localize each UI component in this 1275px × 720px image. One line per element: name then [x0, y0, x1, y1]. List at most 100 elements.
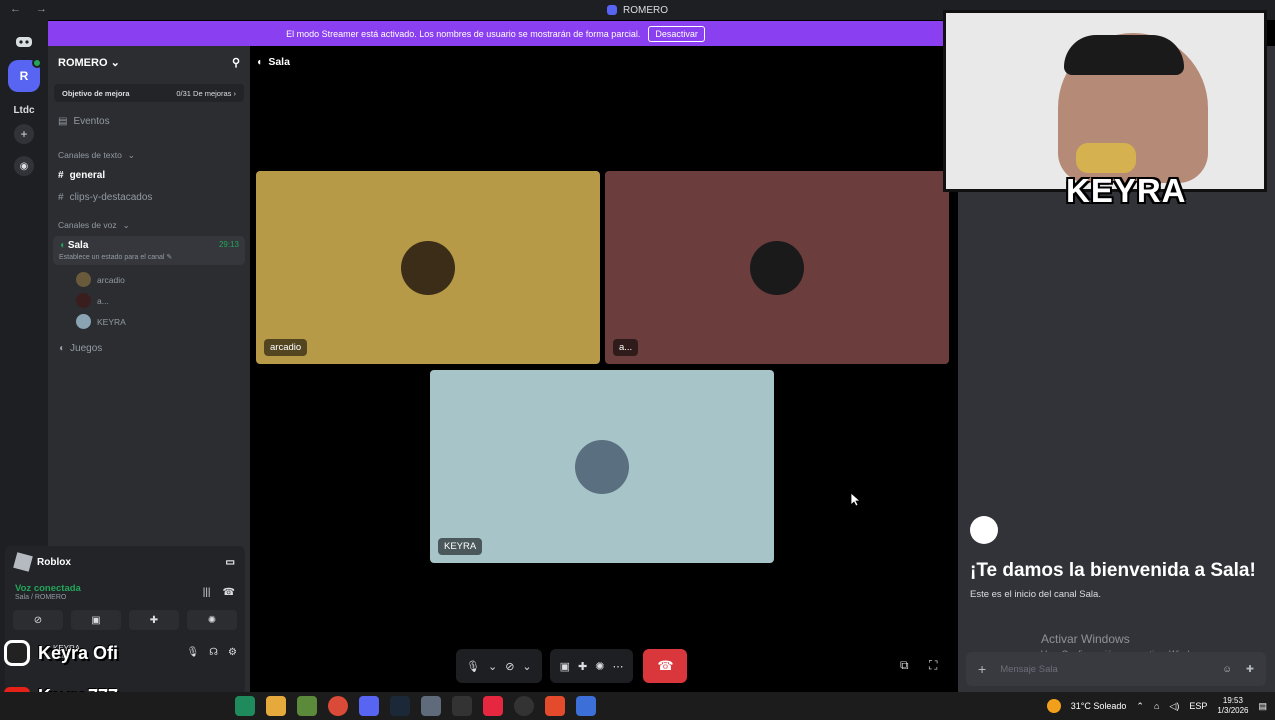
voice-location[interactable]: Sala / ROMERO — [15, 594, 81, 601]
disconnect-icon[interactable]: ☎ — [223, 587, 235, 598]
brave-icon[interactable] — [545, 696, 565, 716]
voice-channel-juegos[interactable]: ◖ Juegos — [48, 337, 250, 359]
chevron-down-icon[interactable]: ⌄ — [522, 660, 531, 673]
obs-icon[interactable] — [514, 696, 534, 716]
tile-label: a... — [613, 339, 639, 356]
noise-suppression-icon[interactable]: ||| — [203, 587, 211, 598]
emoji-icon[interactable]: ☺ — [1222, 664, 1232, 675]
notification-dot — [32, 58, 42, 68]
instagram-icon — [4, 640, 30, 666]
avatar — [750, 240, 804, 295]
boost-label: Objetivo de mejora — [62, 88, 130, 98]
video-tile-a[interactable]: a... — [605, 171, 949, 364]
pencil-icon[interactable]: ✎ — [166, 254, 172, 261]
settings-icon[interactable]: ⚙ — [228, 647, 237, 658]
app-icon[interactable] — [421, 696, 441, 716]
hash-icon: # — [58, 169, 64, 181]
chrome-icon[interactable] — [328, 696, 348, 716]
nav-arrows-icon[interactable]: ← → — [10, 3, 53, 15]
activities-icon[interactable]: ✚ — [578, 660, 587, 673]
discord-icon[interactable] — [359, 696, 379, 716]
screen-share-icon[interactable]: ▣ — [560, 660, 570, 673]
capcut-icon[interactable] — [452, 696, 472, 716]
channel-clips[interactable]: # clips-y-destacados — [48, 186, 250, 208]
file-explorer-icon[interactable] — [266, 696, 286, 716]
server-icon-romero[interactable]: R — [8, 58, 42, 92]
message-input[interactable]: + Mensaje Sala ☺ ✚ — [966, 652, 1266, 686]
calendar-icon: ▤ — [58, 115, 68, 127]
fullscreen-icon[interactable]: ⛶ — [929, 658, 937, 673]
add-server-icon[interactable]: + — [14, 124, 34, 144]
disconnect-button[interactable]: ☎ — [643, 649, 688, 683]
voice-status[interactable]: Establece un estado para el canal — [59, 254, 164, 261]
headphones-icon[interactable]: ☊ — [209, 647, 218, 658]
sidebar-item-events[interactable]: ▤ Eventos — [48, 110, 250, 132]
steam-icon[interactable] — [390, 696, 410, 716]
volume-icon[interactable]: ◁) — [1169, 701, 1179, 712]
speaker-icon: ◖ — [256, 56, 263, 68]
server-initial-ltdc: Ltdc — [13, 104, 35, 116]
stream-icon[interactable]: ▭ — [226, 557, 235, 568]
clock[interactable]: 19:53 1/3/2026 — [1217, 696, 1248, 716]
apps-icon[interactable]: ✚ — [1246, 664, 1254, 675]
server-header[interactable]: ROMERO ⌄ ⚲ — [48, 46, 250, 78]
soundboard-icon[interactable]: ✺ — [595, 660, 604, 673]
tiktok-icon[interactable] — [483, 696, 503, 716]
voice-member[interactable]: KEYRA — [48, 311, 250, 332]
home-discord-icon[interactable] — [8, 26, 40, 58]
add-server-glyph: + — [20, 127, 28, 141]
voice-channel-sala[interactable]: ◖ Sala 29:13 Establece un estado para el… — [53, 236, 245, 265]
language-indicator[interactable]: ESP — [1189, 701, 1207, 711]
boost-goal[interactable]: Objetivo de mejora 0/31 De mejoras › — [54, 84, 244, 102]
welcome-subtitle: Este es el inicio del canal Sala. — [970, 589, 1101, 600]
taskbar-apps — [235, 696, 596, 716]
avatar — [575, 439, 629, 494]
mic-camera-group: 🎙 ⌄ ⊘ ⌄ — [456, 649, 542, 683]
video-tile-keyra[interactable]: KEYRA — [430, 370, 774, 563]
voice-member[interactable]: a... — [48, 290, 250, 311]
speaker-icon: ◖ — [58, 342, 65, 354]
category-text[interactable]: Canales de texto ⌄ — [48, 146, 250, 164]
channel-general[interactable]: # general — [48, 164, 250, 186]
add-attachment-icon[interactable]: + — [978, 661, 986, 677]
explore-icon[interactable]: ◉ — [14, 156, 34, 176]
windows-taskbar: 31°C Soleado ⌃ ⌂ ◁) ESP 19:53 1/3/2026 ▤ — [0, 692, 1275, 720]
weather-text[interactable]: 31°C Soleado — [1071, 701, 1127, 711]
welcome-title: ¡Te damos la bienvenida a Sala! — [970, 560, 1256, 581]
category-voice[interactable]: Canales de voz ⌄ — [48, 216, 250, 234]
roblox-icon — [13, 552, 33, 572]
network-icon[interactable]: ⌂ — [1154, 701, 1159, 711]
voice-connected: Voz conectada Sala / ROMERO ||| ☎ — [5, 578, 245, 606]
add-member-icon[interactable]: ⚲ — [232, 56, 240, 69]
video-tile-arcadio[interactable]: arcadio — [256, 171, 600, 364]
app-logo-icon — [607, 5, 617, 15]
activities-button[interactable]: ✚ — [129, 610, 179, 630]
soundboard-button[interactable]: ✺ — [187, 610, 237, 630]
camera-off-button[interactable]: ⊘ — [13, 610, 63, 630]
roblox-icon[interactable] — [576, 696, 596, 716]
microphone-icon[interactable]: 🎙 — [466, 660, 480, 673]
popout-icon[interactable]: ⧉ — [900, 658, 909, 673]
voice-member[interactable]: arcadio — [48, 269, 250, 290]
streamer-mode-banner: El modo Streamer está activado. Los nomb… — [48, 21, 943, 46]
activity-buttons: ⊘ ▣ ✚ ✺ — [5, 610, 245, 630]
window-title: ROMERO — [623, 4, 668, 16]
voice-category-label: Canales de voz — [58, 220, 117, 230]
deactivate-button[interactable]: Desactivar — [648, 25, 705, 42]
activity-game[interactable]: Roblox ▭ — [5, 546, 245, 578]
screen-share-button[interactable]: ▣ — [71, 610, 121, 630]
server-icon-ltdc[interactable]: Ltdc — [8, 94, 40, 126]
notifications-icon[interactable]: ▤ — [1258, 701, 1267, 712]
more-options-icon[interactable]: ⋯ — [612, 660, 623, 673]
minecraft-icon[interactable] — [297, 696, 317, 716]
app-icon[interactable] — [235, 696, 255, 716]
chevron-down-icon: ⌄ — [122, 219, 130, 230]
game-name: Roblox — [37, 556, 71, 568]
explore-glyph: ◉ — [19, 160, 29, 172]
microphone-icon[interactable]: 🎙 — [186, 647, 199, 658]
voice-connected-label[interactable]: Voz conectada — [15, 583, 81, 594]
camera-off-icon[interactable]: ⊘ — [505, 660, 514, 673]
chevron-down-icon[interactable]: ⌄ — [488, 660, 497, 673]
tray-overflow-icon[interactable]: ⌃ — [1136, 701, 1144, 712]
streamer-hair — [1064, 35, 1184, 75]
